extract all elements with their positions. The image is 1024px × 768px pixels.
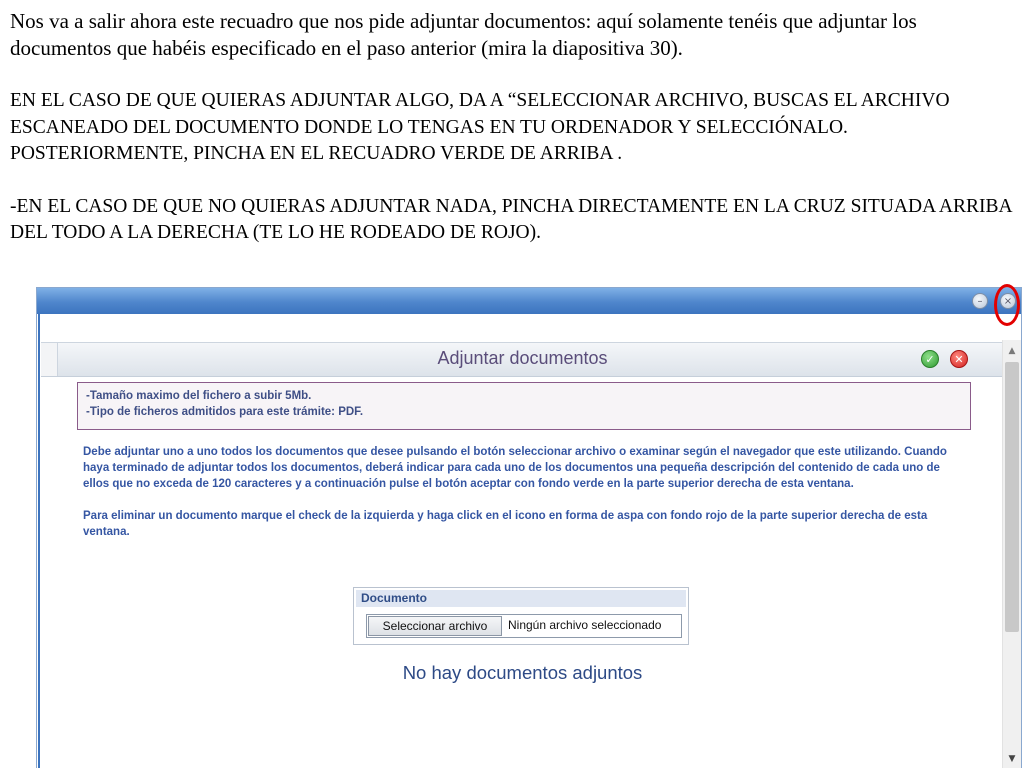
instructions: Debe adjuntar uno a uno todos los docume… [83,444,963,540]
slide-paragraph-intro: Nos va a salir ahora este recuadro que n… [10,9,917,60]
file-type-note: -Tipo de ficheros admitidos para este tr… [86,406,364,418]
scroll-down-icon[interactable]: ▼ [1003,752,1021,766]
vertical-scrollbar[interactable]: ▲ ▼ [1002,340,1021,768]
select-file-button[interactable]: Seleccionar archivo [368,616,502,636]
window-left-border [38,314,40,768]
file-status: Ningún archivo seleccionado [508,618,662,632]
highlight-ring [994,284,1020,326]
dialog-header: Adjuntar documentos ✓ ✕ [41,342,1004,377]
x-icon[interactable]: ✕ [950,350,968,368]
instructions-delete: Para eliminar un documento marque el che… [83,510,928,538]
empty-message: No hay documentos adjuntos [402,662,643,683]
slide-text: Nos va a salir ahora este recuadro que n… [10,8,1015,247]
document-upload-box: Documento Seleccionar archivo Ningún arc… [353,587,689,645]
window-titlebar: – × [37,288,1021,314]
dialog-content: Adjuntar documentos ✓ ✕ -Tamaño maximo d… [41,314,1004,768]
instructions-attach: Debe adjuntar uno a uno todos los docume… [83,446,947,490]
minimize-icon[interactable]: – [972,293,988,309]
dialog-title: Adjuntar documentos [437,348,608,368]
file-input[interactable]: Seleccionar archivo Ningún archivo selec… [366,614,682,638]
file-limits-box: -Tamaño maximo del fichero a subir 5Mb. … [77,382,971,430]
scrollbar-thumb[interactable] [1005,362,1019,632]
max-size-note: -Tamaño maximo del fichero a subir 5Mb. [86,390,312,402]
check-icon[interactable]: ✓ [921,350,939,368]
slide-paragraph-close: -EN EL CASO DE QUE NO QUIERAS ADJUNTAR N… [10,195,1012,244]
scroll-up-icon[interactable]: ▲ [1003,344,1021,358]
slide-paragraph-attach: EN EL CASO DE QUE QUIERAS ADJUNTAR ALGO,… [10,90,950,164]
document-label: Documento [356,590,686,607]
attach-window: – × Adjuntar documentos ✓ ✕ -Tamaño maxi… [36,287,1022,768]
